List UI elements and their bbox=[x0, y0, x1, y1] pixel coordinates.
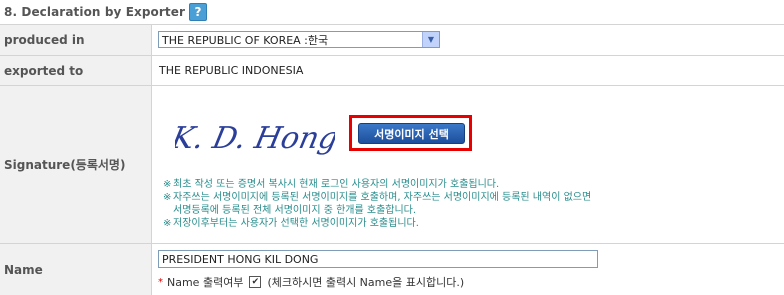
signature-image: K. D. Hong. bbox=[175, 121, 335, 156]
produced-in-label: produced in bbox=[0, 25, 152, 55]
signature-notes: ※ 최초 작성 또는 증명서 복사시 현재 로그인 사용자의 서명이미지가 호출… bbox=[163, 178, 683, 230]
chevron-down-icon[interactable]: ▼ bbox=[422, 32, 439, 47]
exported-to-label: exported to bbox=[0, 56, 152, 85]
signature-label: Signature(등록서명) bbox=[0, 86, 152, 243]
row-exported-to: exported to THE REPUBLIC INDONESIA bbox=[0, 56, 784, 86]
produced-in-select[interactable]: THE REPUBLIC OF KOREA :한국 ▼ bbox=[158, 31, 440, 48]
produced-in-selected: THE REPUBLIC OF KOREA :한국 bbox=[162, 33, 329, 47]
required-marker: * bbox=[158, 276, 163, 288]
name-print-option: * Name 출력여부 ✔ (체크하시면 출력시 Name을 표시합니다.) bbox=[158, 274, 464, 290]
section-title: 8. Declaration by Exporter bbox=[4, 5, 186, 19]
note-item: ※ 최초 작성 또는 증명서 복사시 현재 로그인 사용자의 서명이미지가 호출… bbox=[163, 179, 500, 190]
name-label: Name bbox=[0, 244, 152, 295]
signature-text: K. D. Hong. bbox=[175, 121, 335, 156]
help-icon[interactable]: ? bbox=[189, 3, 208, 21]
row-name: Name PRESIDENT HONG KIL DONG * Name 출력여부… bbox=[0, 244, 784, 295]
name-print-hint: (체크하시면 출력시 Name을 표시합니다.) bbox=[267, 276, 465, 289]
name-input[interactable]: PRESIDENT HONG KIL DONG bbox=[158, 250, 598, 268]
select-signature-button[interactable]: 서명이미지 선택 bbox=[358, 123, 465, 144]
note-item-continuation: 서명등록에 등록된 전체 서명이미지 중 한개를 호출합니다. bbox=[173, 205, 417, 216]
declaration-table: produced in THE REPUBLIC OF KOREA :한국 ▼ … bbox=[0, 24, 784, 295]
name-print-checkbox[interactable]: ✔ bbox=[249, 276, 262, 288]
note-item: ※ 저장이후부터는 사용자가 선택한 서명이미지가 호출됩니다. bbox=[163, 218, 419, 229]
signature-button-highlight: 서명이미지 선택 bbox=[349, 115, 472, 151]
exported-to-value: THE REPUBLIC INDONESIA bbox=[159, 64, 304, 77]
declaration-panel: 8. Declaration by Exporter ? produced in… bbox=[0, 0, 784, 295]
row-signature: Signature(등록서명) K. D. Hong. 서명이미지 선택 ※ 최… bbox=[0, 86, 784, 244]
note-item: ※ 자주쓰는 서명이미지에 등록된 서명이미지를 호출하며, 자주쓰는 서명이미… bbox=[163, 192, 592, 203]
section-header: 8. Declaration by Exporter ? bbox=[0, 0, 784, 24]
name-print-label: Name 출력여부 bbox=[167, 276, 244, 289]
row-produced-in: produced in THE REPUBLIC OF KOREA :한국 ▼ bbox=[0, 25, 784, 56]
